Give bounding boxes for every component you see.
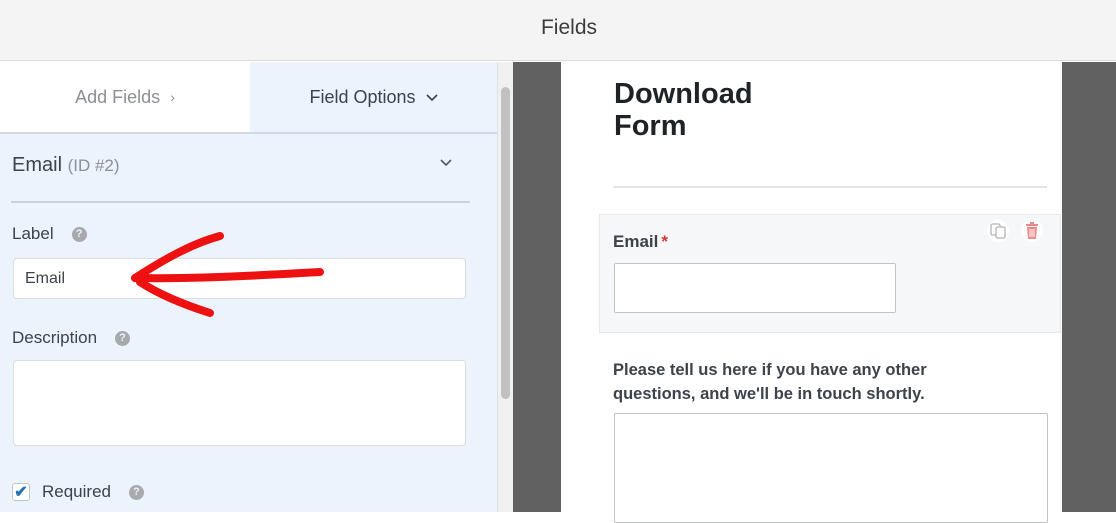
field-id: (ID #2) (67, 156, 120, 175)
chevron-down-icon (425, 89, 438, 105)
tab-add-fields[interactable]: Add Fields › (0, 62, 250, 132)
email-input-preview[interactable] (614, 263, 896, 313)
title-divider (613, 186, 1047, 188)
description-textarea-preview[interactable] (614, 413, 1048, 523)
tab-field-options[interactable]: Field Options (250, 62, 497, 132)
tab-field-options-label: Field Options (309, 86, 416, 107)
label-input-value: Email (25, 269, 66, 287)
email-label-text: Email (613, 232, 659, 251)
collapse-chevron-icon[interactable] (440, 154, 452, 170)
top-bar: Fields (0, 0, 1116, 61)
required-caption: Required (42, 482, 111, 501)
description-caption: Description ? (12, 328, 131, 348)
help-icon[interactable]: ? (129, 484, 144, 500)
chevron-right-icon: › (170, 89, 175, 105)
help-icon[interactable]: ? (115, 330, 131, 346)
panel-tabs: Add Fields › Field Options (0, 62, 497, 134)
tab-add-fields-label: Add Fields (75, 86, 161, 107)
required-checkbox[interactable]: ✔ (12, 483, 30, 501)
form-title-line2: Form (614, 110, 687, 142)
description-textarea[interactable] (13, 360, 466, 446)
field-section-header[interactable]: Email (ID #2) (12, 154, 120, 177)
label-caption-text: Label (12, 224, 54, 243)
trash-icon[interactable] (1021, 220, 1043, 242)
form-title-line1: Download (614, 78, 753, 110)
divider (11, 201, 470, 203)
description-caption-text: Description (12, 328, 98, 347)
duplicate-icon[interactable] (987, 220, 1009, 242)
email-field-label: Email * (613, 232, 668, 252)
field-options-panel: Add Fields › Field Options Email (ID #2)… (0, 62, 497, 512)
scrollbar-thumb[interactable] (501, 87, 510, 399)
description-field-label: Please tell us here if you have any othe… (613, 361, 927, 403)
field-name: Email (12, 154, 63, 176)
required-marker: * (661, 232, 668, 251)
label-caption: Label ? (12, 224, 87, 244)
page-title: Fields (540, 16, 598, 39)
label-input[interactable]: Email (13, 258, 466, 299)
form-preview: Download Form Email * Please tell us here… (561, 62, 1062, 523)
form-title: Download Form (614, 78, 753, 142)
panel-scrollbar[interactable] (497, 62, 513, 512)
help-icon[interactable]: ? (71, 226, 87, 242)
required-row: ✔ Required ? (12, 482, 144, 502)
